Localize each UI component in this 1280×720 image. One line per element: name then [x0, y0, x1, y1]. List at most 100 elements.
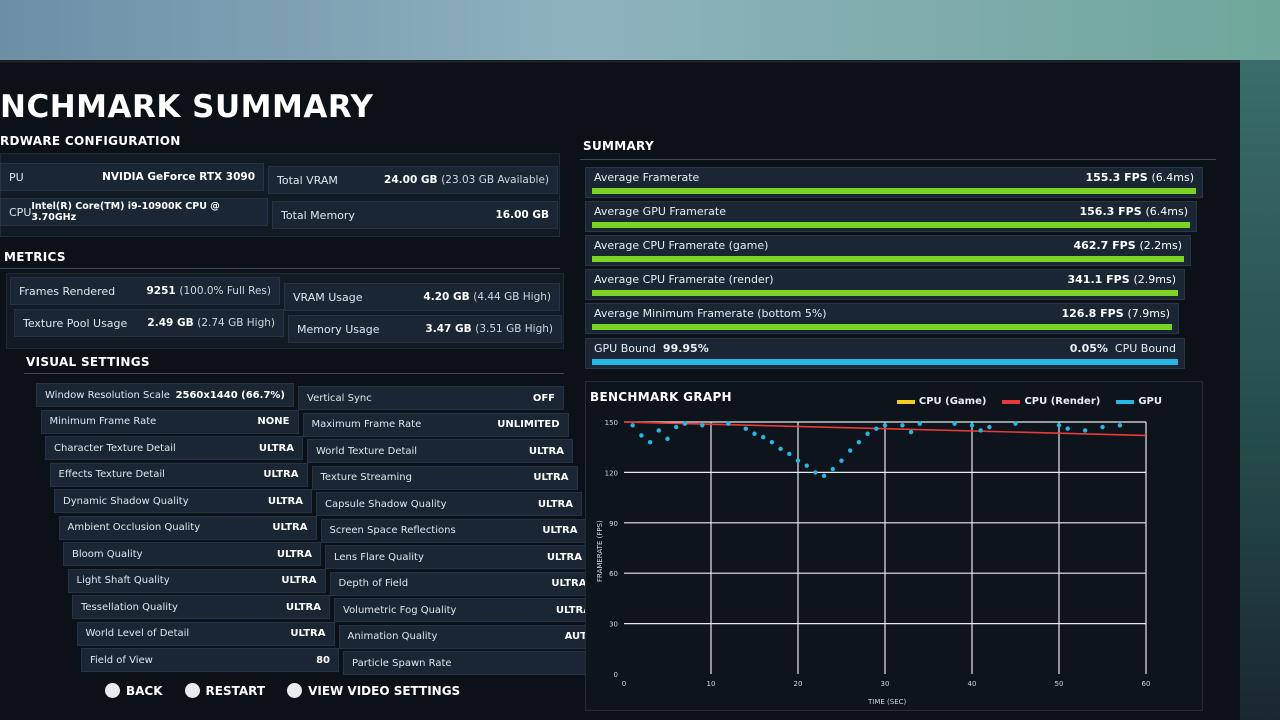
visual-setting-row: Light Shaft Quality ULTRA — [67, 568, 326, 593]
summary-label: Average CPU Framerate (game) — [594, 239, 769, 252]
summary-label: Average CPU Framerate (render) — [594, 273, 774, 286]
gpu-row: PU NVIDIA GeForce RTX 3090 — [0, 163, 264, 191]
summary-section-title: SUMMARY — [583, 139, 654, 153]
summary-ms: (2.2ms) — [1139, 239, 1182, 252]
x-tick-label: 60 — [1142, 680, 1151, 688]
visual-setting-label: World Level of Detail — [85, 628, 190, 639]
memory-usage-label: Memory Usage — [297, 322, 380, 336]
summary-value: 126.8 FPS — [1061, 307, 1124, 320]
summary-value-wrap: 155.3 FPS (6.4ms) — [1086, 171, 1195, 184]
visual-setting-label: Light Shaft Quality — [76, 575, 170, 586]
monitor-screen: NCHMARK SUMMARY RDWARE CONFIGURATION PU … — [0, 60, 1240, 720]
visual-setting-label: Character Texture Detail — [54, 442, 176, 454]
visual-setting-row: Dynamic Shadow Quality ULTRA — [54, 489, 312, 513]
y-tick-label: 60 — [609, 570, 618, 578]
data-point-gpu — [978, 428, 983, 433]
data-point-gpu — [769, 439, 775, 445]
data-point-gpu — [647, 439, 653, 445]
visual-setting-value: ULTRA — [542, 525, 578, 536]
visual-setting-value: UNLIMITED — [497, 419, 560, 430]
cpu-row: CPU Intel(R) Core(TM) i9-10900K CPU @ 3.… — [0, 198, 268, 226]
data-point-gpu — [778, 446, 783, 452]
visual-setting-row: Bloom Quality ULTRA — [63, 542, 321, 566]
restart-button[interactable]: RESTART — [184, 683, 265, 698]
visual-setting-row: World Texture Detail ULTRA — [307, 439, 573, 463]
visual-setting-value: ULTRA — [551, 578, 587, 589]
gpu-bound-bar — [592, 359, 1178, 365]
visual-setting-value: OFF — [532, 392, 555, 404]
summary-value-wrap: 156.3 FPS (6.4ms) — [1080, 205, 1189, 218]
visual-setting-value: ULTRA — [533, 472, 569, 483]
visual-setting-value: ULTRA — [258, 442, 294, 454]
visual-setting-row: Ambient Occlusion Quality ULTRA — [58, 515, 317, 540]
visual-setting-label: Depth of Field — [338, 578, 409, 589]
data-point-gpu — [674, 424, 679, 430]
vram-usage-value: 4.20 GB — [423, 291, 470, 303]
view-video-settings-button[interactable]: VIEW VIDEO SETTINGS — [287, 683, 460, 698]
texture-pool-value-wrap: 2.49 GB (2.74 GB High) — [147, 317, 275, 329]
data-point-gpu — [830, 466, 835, 472]
gpu-bound: GPU Bound 99.95% — [594, 342, 709, 355]
summary-row: Average Minimum Framerate (bottom 5%) 126… — [585, 303, 1179, 334]
visual-setting-label: Effects Texture Detail — [58, 469, 165, 480]
visual-setting-value: ULTRA — [290, 628, 326, 639]
visual-setting-row: Vertical Sync OFF — [298, 386, 564, 410]
visual-setting-value: ULTRA — [272, 522, 308, 533]
vram-usage-sub: (4.44 GB High) — [473, 291, 551, 303]
memory-usage-row: Memory Usage 3.47 GB (3.51 GB High) — [288, 315, 562, 343]
total-vram-available: (23.03 GB Available) — [441, 174, 549, 186]
visual-setting-label: Vertical Sync — [307, 392, 372, 404]
x-button-icon — [287, 683, 303, 698]
data-point-gpu — [1082, 428, 1088, 433]
data-point-gpu — [761, 434, 766, 440]
frames-rendered-row: Frames Rendered 9251 (100.0% Full Res) — [10, 277, 280, 305]
data-point-gpu — [795, 458, 801, 463]
summary-value: 155.3 FPS — [1085, 171, 1148, 184]
x-tick-label: 20 — [794, 680, 803, 688]
summary-value-wrap: 126.8 FPS (7.9ms) — [1062, 307, 1171, 320]
total-vram-row: Total VRAM 24.00 GB (23.03 GB Available) — [268, 166, 558, 194]
texture-pool-sub: (2.74 GB High) — [197, 317, 275, 329]
vram-usage-value-wrap: 4.20 GB (4.44 GB High) — [423, 291, 551, 303]
data-point-gpu — [726, 421, 731, 426]
visual-setting-row: Effects Texture Detail ULTRA — [49, 462, 308, 487]
total-vram-label: Total VRAM — [277, 173, 338, 187]
visual-setting-row: Minimum Frame Rate NONE — [40, 409, 299, 434]
summary-divider — [580, 159, 1216, 160]
hardware-section-title: RDWARE CONFIGURATION — [0, 134, 181, 148]
visual-setting-row: Screen Space Reflections ULTRA — [320, 518, 587, 543]
summary-bar-track — [592, 290, 1178, 296]
back-button[interactable]: BACK — [105, 683, 163, 698]
data-point-gpu — [743, 426, 748, 431]
visual-setting-value: ULTRA — [528, 445, 564, 457]
data-point-gpu — [856, 439, 862, 445]
page-title: NCHMARK SUMMARY — [0, 89, 374, 125]
visual-setting-row: Depth of Field ULTRA — [329, 571, 596, 596]
data-point-gpu — [787, 451, 792, 457]
frames-rendered-sub: (100.0% Full Res) — [179, 285, 271, 297]
summary-row-text: Average CPU Framerate (render) 341.1 FPS … — [594, 273, 1176, 286]
benchmark-chart: FRAMERATE (FPS) TIME (SEC) 0 30 60 90 120 150… — [596, 419, 1151, 706]
b-button-icon — [105, 683, 120, 698]
y-tick-label: 0 — [614, 671, 618, 679]
visual-setting-value: ULTRA — [546, 551, 582, 563]
visual-setting-label: Window Resolution Scale — [45, 389, 170, 401]
data-point-gpu — [848, 448, 853, 453]
visual-setting-row: Character Texture Detail ULTRA — [45, 436, 303, 460]
visual-setting-label: Volumetric Fog Quality — [343, 604, 457, 616]
y-axis-label: FRAMERATE (FPS) — [596, 520, 604, 582]
summary-bar-track — [592, 256, 1184, 262]
data-point-gpu — [752, 431, 757, 436]
data-point-gpu — [874, 426, 879, 431]
x-tick-label: 0 — [622, 680, 626, 688]
visual-setting-row: Particle Spawn Rate15 — [343, 651, 609, 675]
vram-usage-label: VRAM Usage — [293, 290, 363, 304]
data-point-gpu — [821, 473, 827, 478]
frames-rendered-label: Frames Rendered — [19, 284, 116, 298]
summary-bar-fill — [592, 256, 1184, 262]
summary-bar-track — [592, 188, 1196, 194]
total-memory-value: 16.00 GB — [495, 209, 550, 221]
summary-row-text: Average Framerate 155.3 FPS (6.4ms) — [594, 171, 1194, 184]
summary-row: Average GPU Framerate 156.3 FPS (6.4ms) — [585, 201, 1197, 232]
visual-setting-label: Particle Spawn Rate — [352, 657, 452, 669]
